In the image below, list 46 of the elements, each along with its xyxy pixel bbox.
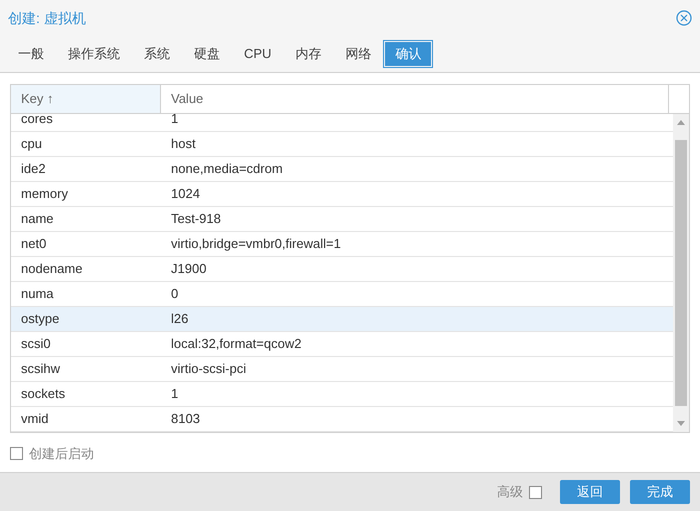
advanced-label: 高级: [497, 483, 523, 502]
tab[interactable]: 操作系统: [58, 42, 130, 66]
table-cell-text: l26: [170, 310, 190, 328]
table-cell-text: nodename: [20, 260, 84, 278]
table-cell-text: Test-918: [170, 210, 222, 228]
tab[interactable]: 一般: [8, 42, 54, 66]
table-cell-text: 1: [170, 385, 180, 404]
table-cell-text: ide2: [20, 160, 47, 178]
table-cell-text: host: [170, 135, 197, 154]
tab[interactable]: 网络: [335, 42, 382, 66]
table-cell-text: virtio,bridge=vmbr0,firewall=1: [170, 235, 342, 254]
table-cell-text: net0: [20, 235, 48, 254]
table-cell-text: scsi0: [20, 335, 52, 354]
table-cell-text: none,media=cdrom: [170, 160, 284, 178]
table-cell-text: 8103: [170, 410, 201, 428]
column-header[interactable]: Key ↑: [11, 85, 161, 113]
scroll-up-icon[interactable]: [677, 119, 685, 125]
table-cell-text: sockets: [20, 385, 66, 404]
table-row[interactable]: cores 1: [11, 114, 673, 132]
table-cell-text: memory: [20, 185, 69, 204]
table-cell-text: local:32,format=qcow2: [170, 335, 302, 354]
table-cell-text: 1024: [170, 185, 201, 204]
table-cell-text: numa: [20, 285, 55, 304]
table-cell-text: scsihw: [20, 360, 62, 378]
table-cell-text: cores: [20, 114, 54, 128]
scrollbar-thumb[interactable]: [675, 140, 687, 406]
table-cell-text: 0: [170, 285, 180, 304]
table-cell-text: vmid: [20, 410, 50, 428]
table-cell-text: name: [20, 210, 55, 228]
checkbox[interactable]: [529, 486, 542, 498]
table-cell-text: ostype: [20, 310, 60, 328]
checkbox-label: 创建后启动: [29, 445, 94, 463]
table-cell-text: 1: [170, 114, 180, 128]
table-row[interactable]: ostype l26: [11, 307, 673, 332]
scroll-down-icon[interactable]: [677, 421, 685, 427]
close-icon[interactable]: [676, 10, 692, 26]
table-cell-text: virtio-scsi-pci: [170, 360, 248, 378]
tab[interactable]: 系统: [134, 42, 180, 66]
scrollbar[interactable]: [673, 114, 689, 432]
table-cell-text: cpu: [20, 135, 43, 154]
window-title: 创建: 虚拟机: [8, 8, 86, 28]
tab[interactable]: CPU: [234, 42, 282, 66]
table-cell-text: J1900: [170, 260, 208, 278]
tab[interactable]: 硬盘: [184, 42, 230, 66]
tab[interactable]: 内存: [285, 42, 332, 66]
checkbox[interactable]: [10, 447, 23, 460]
